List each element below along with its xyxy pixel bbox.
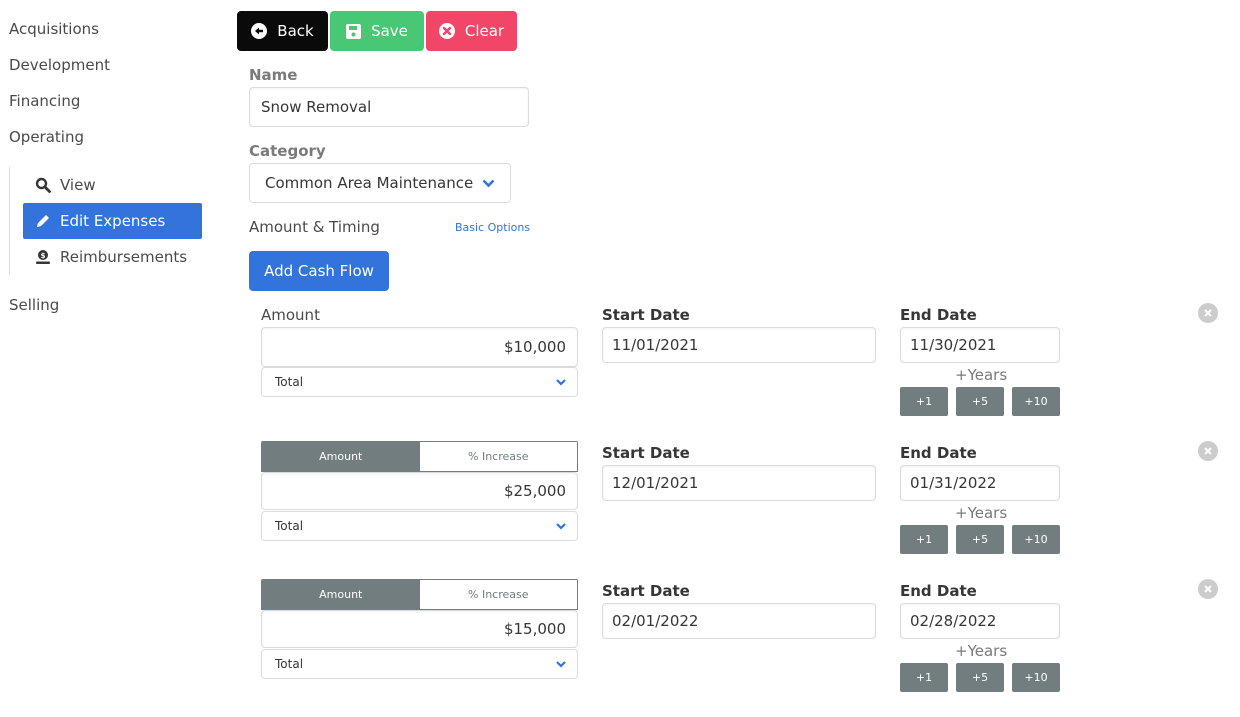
add-10-years-button[interactable]: +10 (1012, 663, 1060, 692)
years-label: +Years (955, 504, 1008, 522)
end-date-input[interactable]: 01/31/2022 (900, 465, 1060, 501)
name-input[interactable]: Snow Removal (249, 87, 529, 127)
add-cash-flow-button[interactable]: Add Cash Flow (249, 251, 389, 291)
close-icon (1203, 308, 1213, 318)
times-circle-icon (438, 23, 455, 39)
start-date-label: Start Date (602, 306, 690, 324)
period-select[interactable]: Total (261, 367, 578, 397)
sidebar-item-financing[interactable]: Financing (9, 92, 80, 110)
cash-flow-row: Amount % Increase $25,000 Total Start Da… (0, 438, 1240, 568)
add-5-years-button[interactable]: +5 (956, 663, 1004, 692)
period-value: Total (275, 519, 304, 533)
add-10-years-button[interactable]: +10 (1012, 525, 1060, 554)
category-label: Category (249, 142, 326, 160)
chevron-down-icon (556, 660, 566, 668)
amount-input[interactable]: $25,000 (261, 472, 578, 510)
years-label: +Years (955, 642, 1008, 660)
toggle-amount[interactable]: Amount (262, 580, 420, 609)
back-button[interactable]: Back (237, 11, 328, 51)
delete-cash-flow-button[interactable] (1198, 579, 1218, 599)
end-date-input[interactable]: 11/30/2021 (900, 327, 1060, 363)
end-date-label: End Date (900, 306, 977, 324)
start-date-input[interactable]: 02/01/2022 (602, 603, 876, 639)
toggle-amount[interactable]: Amount (262, 442, 420, 471)
clear-label: Clear (464, 22, 505, 40)
start-date-label: Start Date (602, 582, 690, 600)
toggle-percent-increase[interactable]: % Increase (419, 442, 577, 471)
chevron-down-icon (556, 378, 566, 386)
save-icon (346, 23, 362, 39)
arrow-circle-left-icon (251, 23, 268, 39)
cash-flow-row: Amount % Increase $15,000 Total Start Da… (0, 576, 1240, 706)
back-label: Back (277, 22, 314, 40)
amount-timing-label: Amount & Timing (249, 218, 380, 236)
amount-type-toggle: Amount % Increase (261, 441, 578, 472)
years-label: +Years (955, 366, 1008, 384)
sidebar-item-acquisitions[interactable]: Acquisitions (9, 20, 99, 38)
add-1-year-button[interactable]: +1 (900, 387, 948, 416)
save-button[interactable]: Save (330, 11, 424, 51)
sidebar-item-label: View (60, 176, 96, 194)
sidebar-item-development[interactable]: Development (9, 56, 110, 74)
sidebar-item-label: Edit Expenses (60, 212, 166, 230)
pencil-icon (34, 212, 52, 230)
clear-button[interactable]: Clear (426, 11, 517, 51)
period-select[interactable]: Total (261, 649, 578, 679)
end-date-label: End Date (900, 582, 977, 600)
add-1-year-button[interactable]: +1 (900, 525, 948, 554)
chevron-down-icon (482, 179, 495, 188)
sidebar-item-operating[interactable]: Operating (9, 128, 84, 146)
amount-input[interactable]: $15,000 (261, 610, 578, 648)
name-label: Name (249, 66, 298, 84)
svg-text:$: $ (41, 252, 46, 260)
end-date-label: End Date (900, 444, 977, 462)
add-1-year-button[interactable]: +1 (900, 663, 948, 692)
money-hand-icon: $ (34, 248, 52, 266)
start-date-input[interactable]: 12/01/2021 (602, 465, 876, 501)
end-date-input[interactable]: 02/28/2022 (900, 603, 1060, 639)
sidebar-item-edit-expenses[interactable]: Edit Expenses (23, 203, 202, 239)
close-icon (1203, 446, 1213, 456)
category-select[interactable]: Common Area Maintenance (249, 163, 511, 203)
category-value: Common Area Maintenance (265, 174, 474, 192)
add-10-years-button[interactable]: +10 (1012, 387, 1060, 416)
chevron-down-icon (556, 522, 566, 530)
period-select[interactable]: Total (261, 511, 578, 541)
add-5-years-button[interactable]: +5 (956, 525, 1004, 554)
start-date-label: Start Date (602, 444, 690, 462)
sidebar-item-view[interactable]: View (23, 167, 202, 203)
amount-type-toggle: Amount % Increase (261, 579, 578, 610)
delete-cash-flow-button[interactable] (1198, 303, 1218, 323)
amount-label: Amount (261, 306, 320, 324)
sidebar-item-label: Reimbursements (60, 248, 188, 266)
amount-input[interactable]: $10,000 (261, 327, 578, 367)
operating-submenu: View Edit Expenses $ Reimbursements (9, 167, 209, 275)
start-date-input[interactable]: 11/01/2021 (602, 327, 876, 363)
search-icon (34, 176, 52, 194)
basic-options-link[interactable]: Basic Options (455, 221, 530, 234)
close-icon (1203, 584, 1213, 594)
delete-cash-flow-button[interactable] (1198, 441, 1218, 461)
save-label: Save (371, 22, 408, 40)
cash-flow-row: Amount $10,000 Total Start Date 11/01/20… (0, 300, 1240, 430)
add-5-years-button[interactable]: +5 (956, 387, 1004, 416)
period-value: Total (275, 375, 304, 389)
toggle-percent-increase[interactable]: % Increase (419, 580, 577, 609)
sidebar-item-reimbursements[interactable]: $ Reimbursements (23, 239, 202, 275)
period-value: Total (275, 657, 304, 671)
